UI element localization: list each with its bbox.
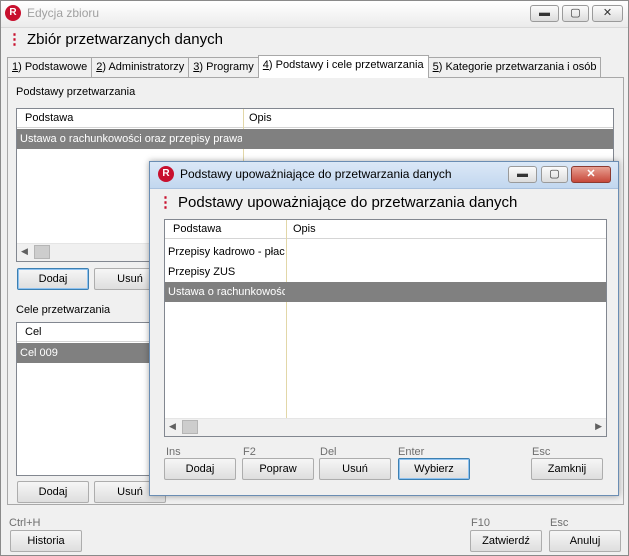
dialog-titlebar[interactable]: R Podstawy upoważniające do przetwarzani… <box>150 162 618 189</box>
history-shortcut: Ctrl+H <box>9 517 41 529</box>
scroll-thumb[interactable] <box>182 420 198 434</box>
table-row[interactable]: Przepisy ZUS <box>165 262 606 282</box>
scroll-left-icon[interactable]: ◀ <box>21 246 28 257</box>
cancel-button[interactable]: Anuluj <box>549 530 621 552</box>
dialog-add-button[interactable]: Dodaj <box>164 458 236 480</box>
maximize-icon: ▢ <box>570 7 581 19</box>
scroll-left-icon[interactable]: ◀ <box>169 421 176 432</box>
dialog-maximize-button[interactable]: ▢ <box>541 166 568 183</box>
column-header-podstawa[interactable]: Podstawa <box>25 112 73 124</box>
dialog-grid[interactable]: Podstawa Opis Przepisy kadrowo - płacowe… <box>164 219 607 437</box>
column-header-cel[interactable]: Cel <box>25 326 42 338</box>
app-logo-icon: R <box>5 5 21 21</box>
tab-administratorzy[interactable]: 2) Administratorzy <box>91 57 190 78</box>
tab-kategorie[interactable]: 5) Kategorie przetwarzania i osób <box>427 57 602 78</box>
close-icon: ✕ <box>602 7 613 19</box>
dialog-close-action-button[interactable]: Zamknij <box>531 458 603 480</box>
column-header-opis[interactable]: Opis <box>293 223 316 235</box>
confirm-button[interactable]: Zatwierdź <box>470 530 542 552</box>
tab-bar: 1) Podstawowe 2) Administratorzy 3) Prog… <box>7 55 602 78</box>
select-shortcut: Enter <box>398 446 425 458</box>
dialog-logo-icon: R <box>158 166 174 182</box>
podstawy-add-button[interactable]: Dodaj <box>17 268 89 290</box>
minimize-icon: ▬ <box>539 7 550 19</box>
podstawy-grid-header: Podstawa Opis <box>17 109 613 128</box>
close-button[interactable]: ✕ <box>592 5 623 22</box>
close-shortcut: Esc <box>532 446 551 458</box>
table-row[interactable]: Przepisy kadrowo - płacowe <box>165 242 606 262</box>
podstawy-label: Podstawy przetwarzania <box>16 86 136 98</box>
dialog-minimize-button[interactable]: ▬ <box>508 166 537 183</box>
heading-marker-icon: ⋮ <box>7 31 22 48</box>
column-header-podstawa[interactable]: Podstawa <box>173 223 221 235</box>
table-row[interactable]: Ustawa o rachunkowości <box>165 282 606 302</box>
podstawy-dialog: R Podstawy upoważniające do przetwarzani… <box>149 161 619 496</box>
maximize-icon: ▢ <box>549 168 560 180</box>
tab-programy[interactable]: 3) Programy <box>188 57 259 78</box>
confirm-shortcut: F10 <box>471 517 490 529</box>
maximize-button[interactable]: ▢ <box>562 5 589 22</box>
tab-podstawy-i-cele[interactable]: 4) Podstawy i cele przetwarzania <box>257 55 429 78</box>
dialog-horizontal-scrollbar[interactable]: ◀ ▶ <box>165 418 606 436</box>
edit-shortcut: F2 <box>243 446 256 458</box>
dialog-select-button[interactable]: Wybierz <box>398 458 470 480</box>
main-titlebar[interactable]: R Edycja zbioru ▬ ▢ ✕ <box>1 1 628 28</box>
dialog-title: Podstawy upoważniające do przetwarzania … <box>180 167 452 181</box>
cancel-shortcut: Esc <box>550 517 569 529</box>
dialog-grid-header: Podstawa Opis <box>165 220 606 239</box>
delete-shortcut: Del <box>320 446 337 458</box>
heading-marker-icon: ⋮ <box>158 194 173 211</box>
minimize-button[interactable]: ▬ <box>530 5 559 22</box>
cele-label: Cele przetwarzania <box>16 304 111 316</box>
page-title: ⋮ Zbiór przetwarzanych danych <box>7 31 223 48</box>
column-header-opis[interactable]: Opis <box>249 112 272 124</box>
add-shortcut: Ins <box>166 446 181 458</box>
dialog-edit-button[interactable]: Popraw <box>242 458 314 480</box>
close-icon: ✕ <box>586 168 596 180</box>
scroll-right-icon[interactable]: ▶ <box>595 421 602 432</box>
minimize-icon: ▬ <box>517 168 528 180</box>
cele-add-button[interactable]: Dodaj <box>17 481 89 503</box>
main-window-title: Edycja zbioru <box>27 6 100 20</box>
dialog-heading: ⋮ Podstawy upoważniające do przetwarzania… <box>158 194 518 211</box>
dialog-close-button[interactable]: ✕ <box>571 166 611 183</box>
table-row[interactable]: Ustawa o rachunkowości oraz przepisy pra… <box>17 129 613 149</box>
history-button[interactable]: Historia <box>10 530 82 552</box>
scroll-thumb[interactable] <box>34 245 50 259</box>
tab-podstawowe[interactable]: 1) Podstawowe <box>7 57 93 78</box>
dialog-delete-button[interactable]: Usuń <box>319 458 391 480</box>
